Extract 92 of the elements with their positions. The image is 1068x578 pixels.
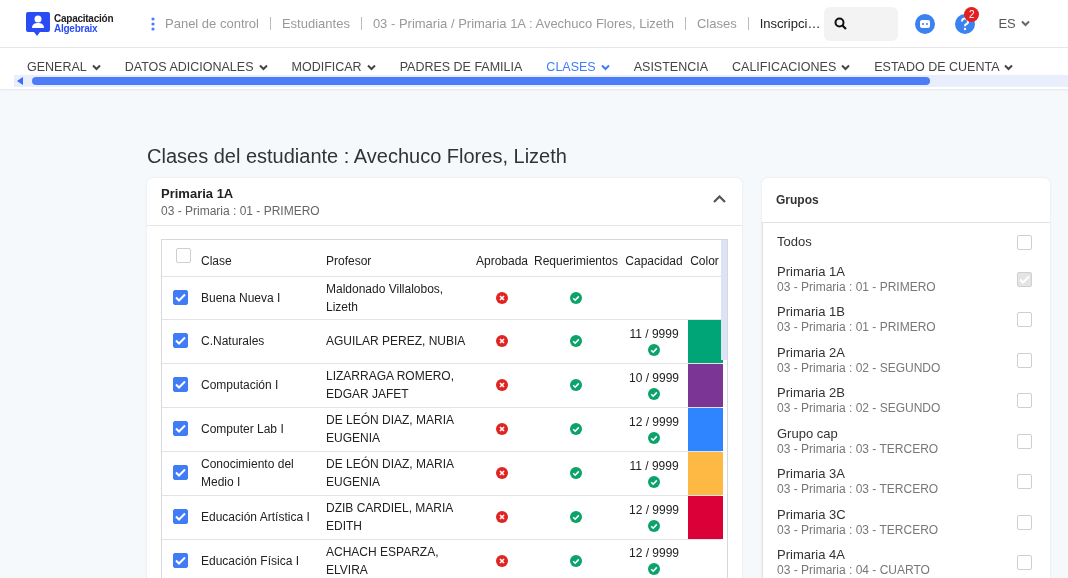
checkbox[interactable] bbox=[1017, 352, 1032, 368]
column-header: Color bbox=[690, 253, 719, 268]
checkbox[interactable] bbox=[173, 377, 188, 392]
table-cell: DE LEÓN DIAZ, MARIA EUGENIA bbox=[326, 413, 454, 445]
caret-icon bbox=[600, 64, 610, 71]
table-cell: Conocimiento del Medio I bbox=[201, 457, 294, 489]
scrollbar-thumb[interactable] bbox=[721, 240, 727, 360]
group-title: Primaria 1A bbox=[161, 186, 235, 202]
panel-title: Grupos bbox=[776, 192, 819, 209]
column-header: Profesor bbox=[326, 253, 372, 268]
list-item-label: Todos bbox=[777, 233, 812, 252]
checkbox[interactable] bbox=[1017, 312, 1032, 328]
group-detail: 03 - Primaria : 01 - PRIMERO bbox=[777, 279, 936, 295]
checkbox[interactable] bbox=[1017, 393, 1032, 409]
checkbox[interactable] bbox=[173, 421, 188, 436]
table-cell: Maldonado Villalobos, Lizeth bbox=[326, 281, 444, 314]
group-detail: 03 - Primaria : 02 - SEGUNDO bbox=[777, 360, 941, 376]
table-cell: C.Naturales bbox=[201, 334, 265, 348]
logo-text: Algebraix bbox=[54, 23, 98, 34]
tab[interactable]: MODIFICAR bbox=[291, 60, 376, 75]
tab[interactable]: CALIFICACIONES bbox=[732, 60, 851, 75]
tab[interactable]: PADRES DE FAMILIA bbox=[399, 60, 523, 75]
checkbox[interactable] bbox=[173, 465, 188, 480]
group-detail: 03 - Primaria : 03 - TERCERO bbox=[777, 441, 939, 457]
group-name: Primaria 3C bbox=[777, 506, 847, 523]
table-cell: 11 / 9999 bbox=[629, 326, 679, 341]
table-cell: 12 / 9999 bbox=[628, 414, 679, 429]
checkbox[interactable] bbox=[173, 289, 188, 305]
caret-icon bbox=[1020, 20, 1030, 27]
checkbox[interactable] bbox=[1017, 555, 1032, 571]
table-cell: 12 / 9999 bbox=[628, 546, 679, 560]
language-dropdown[interactable]: ES bbox=[998, 13, 1030, 34]
column-header: Aprobada bbox=[475, 253, 528, 268]
table-cell: Computación I bbox=[201, 378, 279, 392]
caret-icon bbox=[841, 64, 851, 71]
tab[interactable]: CLASES bbox=[546, 60, 610, 75]
table-cell: 12 / 9999 bbox=[628, 502, 679, 517]
caret-icon bbox=[91, 64, 101, 71]
checkbox[interactable] bbox=[1017, 514, 1032, 530]
caret-icon bbox=[258, 64, 268, 71]
caret-icon bbox=[366, 64, 376, 71]
tab[interactable]: ASISTENCIA bbox=[633, 60, 709, 75]
group-detail: 03 - Primaria : 03 - TERCERO bbox=[777, 522, 939, 538]
group-detail: 03 - Primaria : 02 - SEGUNDO bbox=[777, 401, 941, 417]
group-detail: 03 - Primaria : 04 - CUARTO bbox=[777, 563, 930, 578]
tab[interactable]: DATOS ADICIONALES bbox=[124, 60, 268, 75]
search-field[interactable] bbox=[824, 6, 899, 41]
table-cell: 11 / 9999 bbox=[629, 458, 679, 473]
checkbox[interactable] bbox=[173, 509, 188, 524]
checkbox[interactable] bbox=[1017, 433, 1032, 449]
tab[interactable]: GENERAL bbox=[27, 60, 101, 75]
tab[interactable]: ESTADO DE CUENTA bbox=[874, 60, 1014, 75]
checkbox[interactable] bbox=[176, 247, 191, 263]
group-name: Primaria 1B bbox=[777, 304, 846, 321]
logo-text: Capacitación bbox=[54, 13, 114, 24]
scroll-left-icon[interactable] bbox=[17, 77, 23, 85]
table-cell: DE LEÓN DIAZ, MARIA EUGENIA bbox=[326, 457, 454, 489]
table-cell: DZIB CARDIEL, MARIA EDITH bbox=[326, 501, 453, 533]
table-cell: ACHACH ESPARZA, ELVIRA bbox=[326, 544, 439, 577]
table-cell: Buena Nueva I bbox=[201, 290, 281, 305]
group-detail: 03 - Primaria : 01 - PRIMERO bbox=[777, 320, 936, 336]
collapse-icon[interactable] bbox=[713, 195, 726, 203]
column-header: Capacidad bbox=[625, 253, 683, 268]
notification-badge: 2 bbox=[964, 6, 980, 22]
more-icon[interactable] bbox=[151, 16, 155, 31]
scrollbar-thumb[interactable] bbox=[32, 77, 930, 85]
table-cell: AGUILAR PEREZ, NUBIA bbox=[326, 334, 466, 348]
caret-icon bbox=[1004, 64, 1014, 71]
group-name: Primaria 3A bbox=[777, 466, 846, 483]
checkbox[interactable] bbox=[1017, 234, 1032, 250]
checkbox[interactable] bbox=[173, 552, 188, 568]
checkbox[interactable] bbox=[1017, 474, 1032, 490]
table-cell: Educación Física I bbox=[201, 553, 300, 568]
column-header: Clase bbox=[201, 253, 232, 268]
group-subtitle: 03 - Primaria : 01 - PRIMERO bbox=[161, 203, 320, 220]
search-icon bbox=[834, 17, 848, 30]
group-name: Primaria 4A bbox=[777, 547, 846, 564]
breadcrumb-current: Inscripci… bbox=[759, 14, 821, 33]
group-name: Grupo cap bbox=[777, 425, 839, 442]
page-title: Clases del estudiante : Avechuco Flores, Lizeth bbox=[147, 144, 568, 168]
column-header: Requerimientos bbox=[533, 253, 618, 268]
group-name: Primaria 2B bbox=[777, 385, 846, 402]
table-cell: 10 / 9999 bbox=[628, 370, 679, 385]
table-cell: Educación Artística I bbox=[201, 510, 310, 524]
robot-icon[interactable] bbox=[914, 12, 937, 35]
group-name: Primaria 2A bbox=[777, 344, 846, 361]
checkbox[interactable] bbox=[173, 333, 188, 348]
table-cell: Computer Lab I bbox=[201, 422, 284, 436]
logo-icon bbox=[25, 10, 51, 37]
group-name: Primaria 1A bbox=[777, 263, 846, 280]
group-detail: 03 - Primaria : 03 - TERCERO bbox=[777, 482, 939, 498]
table-cell: LIZARRAGA ROMERO, EDGAR JAFET bbox=[326, 369, 455, 401]
